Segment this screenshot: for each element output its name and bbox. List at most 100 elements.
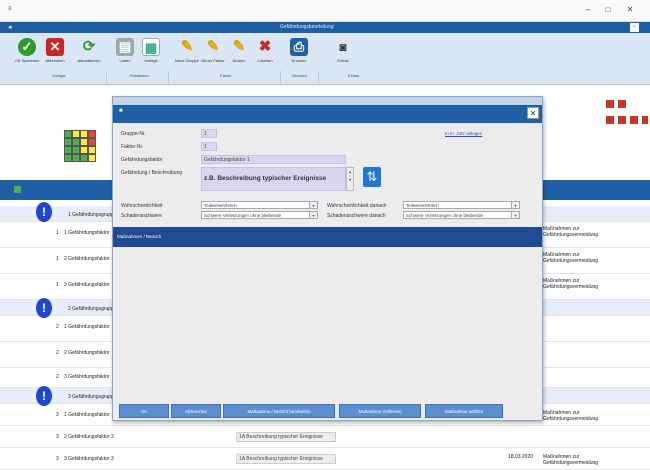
chevron-down-icon: ▾ — [511, 202, 519, 208]
ribbon-group-label: Faktor — [220, 73, 232, 78]
ribbon-group-label: Positionen — [130, 73, 149, 78]
app-icon: ≡ — [8, 6, 12, 12]
row-num: 1 — [56, 282, 59, 288]
row-text: 2 Gefährdungsfaktor 2 — [64, 434, 114, 440]
list-row[interactable]: 3 2 Gefährdungsfaktor 2 1A Beschreibung … — [0, 426, 650, 448]
calendar-icon[interactable] — [642, 116, 648, 124]
close-button[interactable]: ✕ — [622, 4, 638, 16]
dialog-close-button[interactable]: ✕ — [527, 107, 539, 119]
restore-icon[interactable]: ▫ — [630, 23, 639, 32]
ribbon: ✓ OK Speichern ✕ Abbrechen ⟳ Aktualisier… — [0, 33, 650, 85]
measures-list[interactable] — [113, 247, 542, 401]
select-measure-button[interactable]: Maßnahme wählen — [425, 404, 503, 418]
form-title: Gefährdungsbeurteilung — [280, 24, 334, 30]
ok-button[interactable]: OK — [119, 404, 169, 418]
row-measure: Maßnahmen zur Gefährdungsvermeidung — [543, 252, 599, 264]
ribbon-group-label: Extras — [348, 73, 360, 78]
print-label: Drucken — [291, 58, 307, 63]
row-num: 2 — [56, 374, 59, 380]
refresh-button[interactable]: ⟳ Aktualisieren — [76, 35, 102, 75]
load-button[interactable]: ▤ Laden — [112, 35, 138, 75]
row-text: 2 Gefährdungsfaktor — [64, 350, 110, 356]
row-num: 2 — [56, 350, 59, 356]
new-factor-label: Neuer Faktor — [201, 58, 225, 63]
row-text: 1 Gefährdungsfaktor — [64, 324, 110, 330]
row-measure: Maßnahmen zur Gefährdungsvermeidung — [543, 454, 599, 466]
matrix-cell — [72, 146, 80, 154]
warning-icon: ! — [36, 298, 52, 318]
calendar-icon[interactable] — [630, 116, 638, 124]
sort-arrows-icon[interactable]: ⇅ — [363, 167, 381, 187]
matrix-cell — [88, 138, 96, 146]
template-label: Vorlage — [144, 58, 158, 63]
hazard-factor-field[interactable]: Gefährdungsfaktor 1 — [201, 155, 346, 164]
row-text: 1 Gefährdungsgruppe — [68, 212, 117, 218]
form-header: ◂ Gefährdungsbeurteilung ▫ — [0, 22, 650, 33]
calendar-icon[interactable] — [618, 100, 626, 108]
row-num: 3 — [56, 456, 59, 462]
ok-save-button[interactable]: ✓ OK Speichern — [14, 35, 40, 75]
matrix-cell — [64, 146, 72, 154]
maximize-button[interactable]: □ — [600, 4, 616, 16]
list-row[interactable]: 3 3 Gefährdungsfaktor 3 1A Beschreibung … — [0, 448, 650, 470]
new-group-button[interactable]: ✎ Neue Gruppe — [174, 35, 200, 75]
row-text: 1 Gefährdungsfaktor — [64, 230, 110, 236]
dialog-header: ■ ✕ — [113, 97, 542, 123]
description-field[interactable]: z.B. Beschreibung typischer Ereignisse — [201, 167, 346, 191]
calendar-icon[interactable] — [606, 116, 614, 124]
ok-save-label: OK Speichern — [14, 58, 40, 63]
template-button[interactable]: ▦ Vorlage — [138, 35, 164, 75]
matrix-cell — [72, 138, 80, 146]
delete-label: Löschen — [257, 58, 273, 63]
edit-icon: ✎ — [206, 38, 220, 55]
probability-after-value: Teilweise/ehrlich — [406, 203, 439, 208]
remove-measure-button[interactable]: Maßnahme entfernen — [339, 404, 421, 418]
ribbon-separator — [318, 71, 319, 83]
change-button[interactable]: ✎ Ändern — [226, 35, 252, 75]
ribbon-separator — [280, 71, 281, 83]
print-button[interactable]: ⎙ Drucken — [286, 35, 312, 75]
hazard-factor-label: Gefährdungsfaktor — [121, 157, 163, 163]
matrix-cell — [88, 146, 96, 154]
row-num: 1 — [56, 230, 59, 236]
edit-measure-button[interactable]: Maßnahme / Bericht bearbeiten — [223, 404, 335, 418]
load-icon: ▤ — [116, 38, 134, 56]
probability-label: Wahrscheinlichkeit — [121, 203, 163, 209]
factor-number-label: Faktor-Nr. — [121, 144, 144, 150]
row-num: 3 — [56, 412, 59, 418]
new-factor-button[interactable]: ✎ Neuer Faktor — [200, 35, 226, 75]
matrix-cell — [72, 154, 80, 162]
ribbon-separator — [106, 71, 107, 83]
extras-button[interactable]: ◙ Extras — [330, 35, 356, 75]
row-text: 2 Gefährdungsgruppe — [68, 306, 117, 312]
description-label: Gefährdung / Beschreibung — [121, 170, 183, 176]
load-label: Laden — [119, 58, 131, 63]
probability-select[interactable]: Teilweise/ehrlich ▾ — [201, 201, 318, 209]
description-scrollbar[interactable]: ▴ ▾ — [346, 167, 354, 191]
probability-after-select[interactable]: Teilweise/ehrlich ▾ — [403, 201, 520, 209]
cancel-button[interactable]: ✕ Abbrechen — [42, 35, 68, 75]
extras-label: Extras — [337, 58, 349, 63]
minimize-button[interactable]: – — [580, 4, 596, 16]
back-icon[interactable]: ◂ — [8, 23, 12, 31]
delete-button[interactable]: ✖ Löschen — [252, 35, 278, 75]
cancel-dialog-button[interactable]: Abbrechen — [171, 404, 221, 418]
print-icon: ⎙ — [290, 38, 308, 56]
chevron-down-icon: ▾ — [309, 202, 317, 208]
severity-label: Schadensschwere — [121, 213, 162, 219]
year-link[interactable]: In III. Jahr anlegen — [445, 131, 482, 136]
row-num: 3 — [56, 434, 59, 440]
calendar-icon[interactable] — [618, 116, 626, 124]
calendar-icon[interactable] — [606, 100, 614, 108]
row-text: 3 Gefährdungsfaktor 3 — [64, 456, 114, 462]
status-icon — [14, 186, 21, 193]
severity-select[interactable]: Schwere Verletzungen ohne bleibende ▾ — [201, 211, 318, 219]
row-description: 1A Beschreibung typischer Ereignisse — [236, 454, 336, 464]
group-number-field[interactable]: 1 — [201, 129, 217, 138]
factor-number-field[interactable]: 1 — [201, 142, 217, 151]
ribbon-group-label: Drucken — [292, 73, 307, 78]
severity-after-label: Schadensschwere danach — [327, 213, 386, 219]
severity-after-select[interactable]: Schwere Verletzungen ohne bleibende ▾ — [403, 211, 520, 219]
edit-icon: ✎ — [232, 38, 246, 55]
new-group-label: Neue Gruppe — [174, 58, 199, 63]
